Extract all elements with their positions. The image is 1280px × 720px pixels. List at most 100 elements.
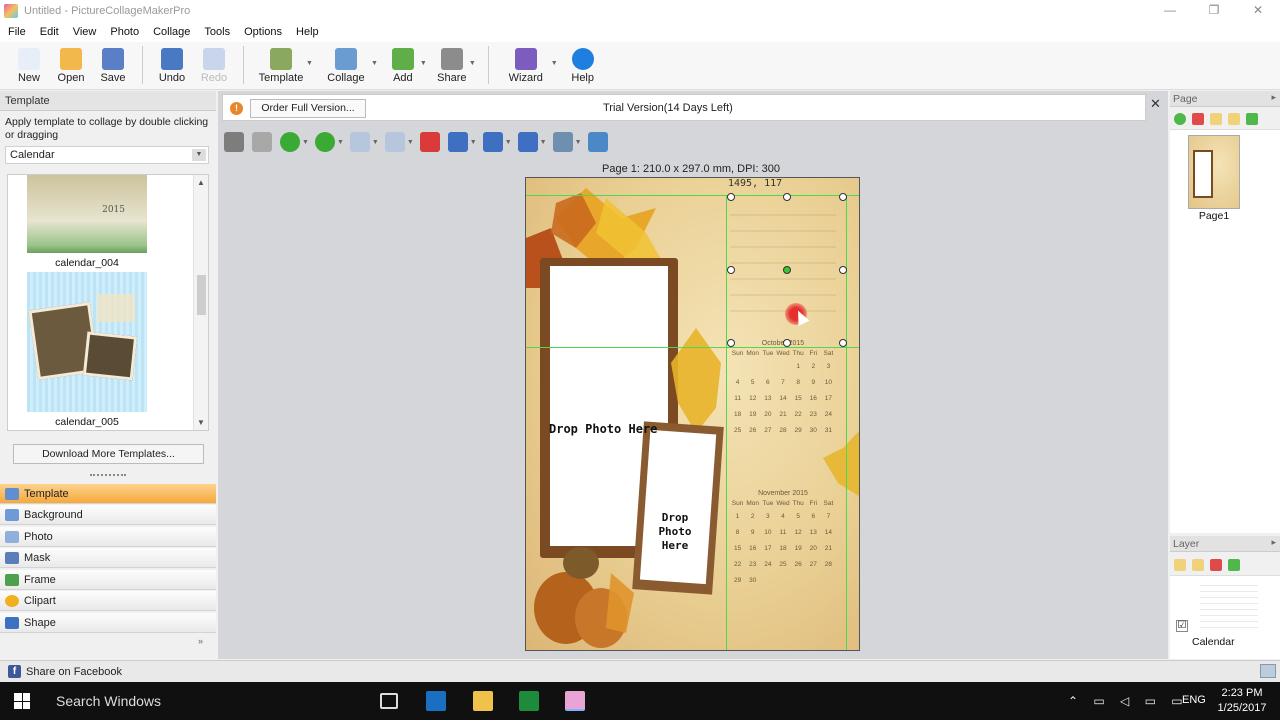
collage-button[interactable]: Collage	[317, 42, 375, 88]
rotate-right-icon[interactable]	[384, 132, 405, 152]
resize-handle[interactable]	[783, 339, 791, 347]
bring-forward-dropdown-icon[interactable]: ▼	[302, 139, 309, 146]
align-left-dropdown-icon[interactable]: ▼	[505, 139, 512, 146]
resize-handle[interactable]	[727, 266, 735, 274]
crop-icon[interactable]	[252, 132, 272, 152]
open-button[interactable]: Open	[50, 42, 92, 88]
menu-file[interactable]: File	[8, 26, 26, 38]
nav-frame[interactable]: Frame	[0, 570, 216, 590]
template-category-select[interactable]: Calendar ▼	[5, 146, 209, 164]
rotate-left-dropdown-icon[interactable]: ▼	[372, 139, 379, 146]
template-list[interactable]: 2015 calendar_004 calendar_005 ▲ ▼	[7, 174, 209, 431]
distribute-icon[interactable]	[517, 132, 538, 152]
align-left-icon[interactable]	[482, 132, 503, 152]
panel-toggle-icon[interactable]	[1260, 664, 1276, 678]
new-button[interactable]: New	[8, 42, 50, 88]
save-image-icon[interactable]	[587, 132, 608, 152]
nav-shape[interactable]: Shape	[0, 613, 216, 633]
close-trial-bar-icon[interactable]: ✕	[1150, 96, 1161, 112]
menu-tools[interactable]: Tools	[204, 26, 230, 38]
resize-handle[interactable]	[839, 266, 847, 274]
delete-icon[interactable]	[419, 132, 440, 152]
panel-pin-icon[interactable]: ▸	[1271, 537, 1276, 548]
image-zoom-icon[interactable]	[552, 132, 573, 152]
maximize-button[interactable]: ❐	[1192, 0, 1236, 22]
scroll-down-icon[interactable]: ▼	[197, 418, 205, 427]
undo-button[interactable]: Undo	[151, 42, 193, 88]
taskbar-search[interactable]: Search Windows	[56, 693, 161, 709]
template-list-scrollbar[interactable]: ▲ ▼	[193, 175, 208, 430]
system-tray-icons[interactable]: ⌃ ▭ ◁ ▭ ▭	[1068, 694, 1189, 708]
download-more-templates-button[interactable]: Download More Templates...	[13, 444, 204, 464]
menu-view[interactable]: View	[73, 26, 97, 38]
task-view-icon[interactable]	[380, 693, 398, 709]
rotate-handle[interactable]	[783, 266, 791, 274]
resize-handle[interactable]	[727, 193, 735, 201]
expand-more-icon[interactable]: »	[198, 636, 203, 646]
menu-photo[interactable]: Photo	[110, 26, 139, 38]
resize-handle[interactable]	[783, 193, 791, 201]
add-dropdown-icon[interactable]: ▼	[420, 60, 427, 67]
minimize-button[interactable]: —	[1148, 0, 1192, 22]
rotate-right-dropdown-icon[interactable]: ▼	[407, 139, 414, 146]
panel-pin-icon[interactable]: ▸	[1271, 92, 1276, 103]
resize-handle[interactable]	[839, 193, 847, 201]
chevron-down-icon[interactable]: ▼	[192, 149, 206, 161]
resize-handle[interactable]	[839, 339, 847, 347]
windows-start-icon[interactable]	[14, 693, 30, 709]
resize-handle[interactable]	[727, 339, 735, 347]
calendar-september[interactable]	[730, 200, 836, 320]
wizard-button[interactable]: Wizard	[497, 42, 555, 88]
nav-template[interactable]: Template	[0, 484, 216, 504]
menu-collage[interactable]: Collage	[153, 26, 190, 38]
help-button[interactable]: Help	[562, 42, 604, 88]
layer-visibility-checkbox[interactable]: ☑	[1176, 620, 1188, 632]
nav-photo[interactable]: Photo	[0, 527, 216, 547]
save-button[interactable]: Save	[92, 42, 134, 88]
close-button[interactable]: ✕	[1236, 0, 1280, 22]
scrollbar-thumb[interactable]	[197, 275, 206, 315]
delete-layer-icon[interactable]	[1210, 559, 1222, 571]
calendar-november[interactable]: November 2015 Sun Mon Tue Wed Thu Fri Sat 1234…	[730, 490, 836, 593]
swap-layer-icon[interactable]	[1228, 559, 1240, 571]
share-on-facebook-link[interactable]: Share on Facebook	[26, 666, 122, 678]
scroll-up-icon[interactable]: ▲	[197, 178, 205, 187]
menu-edit[interactable]: Edit	[40, 26, 59, 38]
photo-frame-small[interactable]	[632, 421, 724, 595]
move-up-icon[interactable]	[1210, 113, 1222, 125]
share-button[interactable]: Share	[431, 42, 473, 88]
send-backward-dropdown-icon[interactable]: ▼	[337, 139, 344, 146]
nav-background[interactable]: Background	[0, 505, 216, 525]
move-down-icon[interactable]	[1228, 113, 1240, 125]
template-item[interactable]: 2015 calendar_004	[27, 175, 147, 269]
distribute-dropdown-icon[interactable]: ▼	[540, 139, 547, 146]
panel-splitter[interactable]	[90, 474, 126, 477]
camtasia-icon[interactable]	[519, 691, 539, 711]
redo-button[interactable]: Redo	[193, 42, 235, 88]
nav-mask[interactable]: Mask	[0, 548, 216, 568]
share-dropdown-icon[interactable]: ▼	[469, 60, 476, 67]
yellow-leaf-clipart[interactable]	[666, 328, 726, 438]
collage-dropdown-icon[interactable]: ▼	[371, 60, 378, 67]
swap-page-icon[interactable]	[1246, 113, 1258, 125]
page-list[interactable]: Page1	[1170, 129, 1280, 533]
calendar-october[interactable]: October 2015 Sun Mon Tue Wed Thu Fri Sat 12345…	[730, 340, 836, 443]
menu-options[interactable]: Options	[244, 26, 282, 38]
app-taskbar-icon[interactable]	[426, 691, 446, 711]
template-dropdown-icon[interactable]: ▼	[306, 60, 313, 67]
align-center-icon[interactable]	[447, 132, 468, 152]
acorn-clipart[interactable]	[526, 533, 636, 651]
layer-up-icon[interactable]	[1174, 559, 1186, 571]
order-full-version-button[interactable]: Order Full Version...	[250, 99, 366, 118]
page-thumbnail[interactable]	[1188, 135, 1240, 209]
delete-page-icon[interactable]	[1192, 113, 1204, 125]
layer-down-icon[interactable]	[1192, 559, 1204, 571]
add-button[interactable]: Add	[382, 42, 424, 88]
template-item-selected[interactable]: calendar_005	[27, 272, 147, 428]
language-indicator[interactable]: ENG	[1182, 694, 1206, 706]
nav-clipart[interactable]: Clipart	[0, 591, 216, 611]
rotate-left-icon[interactable]	[349, 132, 370, 152]
bring-forward-icon[interactable]	[280, 132, 300, 152]
file-explorer-icon[interactable]	[473, 691, 493, 711]
layer-list[interactable]: ☑ Calendar	[1170, 575, 1280, 659]
